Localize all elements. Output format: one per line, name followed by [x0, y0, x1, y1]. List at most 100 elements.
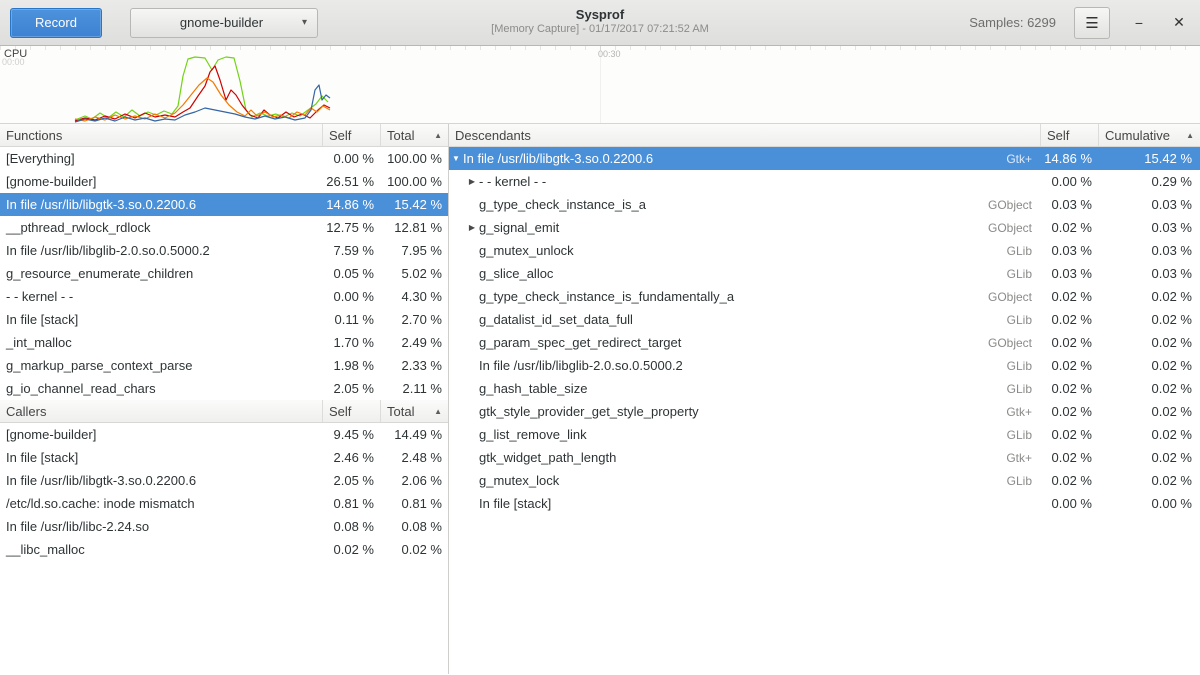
cumulative-value: 0.03 %: [1098, 243, 1200, 258]
table-row[interactable]: g_resource_enumerate_children0.05 %5.02 …: [0, 262, 448, 285]
function-name: In file /usr/lib/libglib-2.0.so.0.5000.2: [0, 243, 322, 258]
function-name: _int_malloc: [0, 335, 322, 350]
expander-icon[interactable]: ▶: [465, 177, 479, 186]
table-row[interactable]: [Everything]0.00 %100.00 %: [0, 147, 448, 170]
table-row[interactable]: In file [stack]2.46 %2.48 %: [0, 446, 448, 469]
tree-row[interactable]: g_mutex_lockGLib0.02 %0.02 %: [449, 469, 1200, 492]
self-value: 0.00 %: [1040, 496, 1098, 511]
table-row[interactable]: In file /usr/lib/libglib-2.0.so.0.5000.2…: [0, 239, 448, 262]
descendants-table-header: Descendants Self Cumulative ▲: [449, 124, 1200, 147]
tree-row[interactable]: g_list_remove_linkGLib0.02 %0.02 %: [449, 423, 1200, 446]
tree-row[interactable]: g_slice_allocGLib0.03 %0.03 %: [449, 262, 1200, 285]
self-value: 0.02 %: [1040, 289, 1098, 304]
table-row[interactable]: In file /usr/lib/libgtk-3.so.0.2200.62.0…: [0, 469, 448, 492]
self-value: 0.03 %: [1040, 197, 1098, 212]
tree-row[interactable]: g_type_check_instance_is_aGObject0.03 %0…: [449, 193, 1200, 216]
tree-row[interactable]: g_hash_table_sizeGLib0.02 %0.02 %: [449, 377, 1200, 400]
column-header-cumulative[interactable]: Cumulative ▲: [1098, 124, 1200, 146]
tree-row[interactable]: g_datalist_id_set_data_fullGLib0.02 %0.0…: [449, 308, 1200, 331]
tree-row[interactable]: ▶- - kernel - -0.00 %0.29 %: [449, 170, 1200, 193]
total-value: 12.81 %: [380, 220, 448, 235]
self-value: 0.00 %: [322, 289, 380, 304]
table-row[interactable]: __libc_malloc0.02 %0.02 %: [0, 538, 448, 561]
table-row[interactable]: In file /usr/lib/libgtk-3.so.0.2200.614.…: [0, 193, 448, 216]
column-header-self[interactable]: Self: [1040, 124, 1098, 146]
column-header-callers[interactable]: Callers: [0, 400, 322, 422]
descendant-name: g_signal_emit: [479, 220, 970, 235]
descendant-name: In file [stack]: [479, 496, 970, 511]
sort-arrow-icon: ▲: [434, 407, 442, 416]
tree-row[interactable]: gtk_style_provider_get_style_propertyGtk…: [449, 400, 1200, 423]
column-header-total[interactable]: Total ▲: [380, 124, 448, 146]
record-button[interactable]: Record: [10, 8, 102, 38]
self-value: 0.03 %: [1040, 243, 1098, 258]
minimize-button[interactable]: −: [1128, 15, 1150, 31]
self-value: 1.98 %: [322, 358, 380, 373]
function-name: In file [stack]: [0, 450, 322, 465]
functions-table: [Everything]0.00 %100.00 %[gnome-builder…: [0, 147, 448, 400]
function-name: [gnome-builder]: [0, 427, 322, 442]
table-row[interactable]: In file [stack]0.11 %2.70 %: [0, 308, 448, 331]
cumulative-value: 0.02 %: [1098, 381, 1200, 396]
function-name: - - kernel - -: [0, 289, 322, 304]
self-value: 1.70 %: [322, 335, 380, 350]
table-row[interactable]: g_io_channel_read_chars2.05 %2.11 %: [0, 377, 448, 400]
function-name: /etc/ld.so.cache: inode mismatch: [0, 496, 322, 511]
descendant-name: gtk_style_provider_get_style_property: [479, 404, 970, 419]
category-label: GLib: [970, 244, 1040, 258]
table-row[interactable]: - - kernel - -0.00 %4.30 %: [0, 285, 448, 308]
callers-table: [gnome-builder]9.45 %14.49 %In file [sta…: [0, 423, 448, 561]
column-header-descendants[interactable]: Descendants: [449, 124, 1040, 146]
tree-row[interactable]: ▶g_signal_emitGObject0.02 %0.03 %: [449, 216, 1200, 239]
tree-row[interactable]: g_type_check_instance_is_fundamentally_a…: [449, 285, 1200, 308]
function-name: [gnome-builder]: [0, 174, 322, 189]
tree-row[interactable]: In file /usr/lib/libglib-2.0.so.0.5000.2…: [449, 354, 1200, 377]
tree-row[interactable]: In file [stack]0.00 %0.00 %: [449, 492, 1200, 515]
tree-row[interactable]: g_mutex_unlockGLib0.03 %0.03 %: [449, 239, 1200, 262]
self-value: 0.11 %: [322, 312, 380, 327]
table-row[interactable]: _int_malloc1.70 %2.49 %: [0, 331, 448, 354]
self-value: 0.02 %: [1040, 312, 1098, 327]
self-value: 0.02 %: [1040, 427, 1098, 442]
table-row[interactable]: /etc/ld.so.cache: inode mismatch0.81 %0.…: [0, 492, 448, 515]
close-button[interactable]: ✕: [1168, 14, 1190, 31]
total-value: 0.81 %: [380, 496, 448, 511]
total-value: 4.30 %: [380, 289, 448, 304]
self-value: 2.05 %: [322, 473, 380, 488]
descendant-name: g_param_spec_get_redirect_target: [479, 335, 970, 350]
descendant-name: - - kernel - -: [479, 174, 970, 189]
descendant-name: g_list_remove_link: [479, 427, 970, 442]
descendant-name: g_hash_table_size: [479, 381, 970, 396]
expander-icon[interactable]: ▶: [465, 223, 479, 232]
expander-icon[interactable]: ▼: [449, 154, 463, 163]
total-value: 7.95 %: [380, 243, 448, 258]
cpu-timeline-graph[interactable]: CPU 00:00 00:30: [0, 46, 1200, 124]
table-row[interactable]: In file /usr/lib/libc-2.24.so0.08 %0.08 …: [0, 515, 448, 538]
self-value: 0.03 %: [1040, 266, 1098, 281]
hamburger-menu-icon: ☰: [1085, 14, 1098, 32]
cpu-core-green: [75, 57, 328, 120]
column-header-total[interactable]: Total ▲: [380, 400, 448, 422]
process-selector-dropdown[interactable]: gnome-builder ▾: [130, 8, 318, 38]
hamburger-menu-button[interactable]: ☰: [1074, 7, 1110, 39]
table-row[interactable]: g_markup_parse_context_parse1.98 %2.33 %: [0, 354, 448, 377]
column-header-self[interactable]: Self: [322, 124, 380, 146]
function-name: __libc_malloc: [0, 542, 322, 557]
column-header-self[interactable]: Self: [322, 400, 380, 422]
self-value: 0.02 %: [1040, 335, 1098, 350]
column-header-functions[interactable]: Functions: [0, 124, 322, 146]
tree-row[interactable]: g_param_spec_get_redirect_targetGObject0…: [449, 331, 1200, 354]
function-name: g_markup_parse_context_parse: [0, 358, 322, 373]
table-row[interactable]: __pthread_rwlock_rdlock12.75 %12.81 %: [0, 216, 448, 239]
descendant-name: g_mutex_unlock: [479, 243, 970, 258]
tree-row[interactable]: gtk_widget_path_lengthGtk+0.02 %0.02 %: [449, 446, 1200, 469]
time-tick-start: 00:00: [2, 57, 25, 67]
cumulative-value: 0.03 %: [1098, 197, 1200, 212]
column-header-total-label: Total: [387, 128, 414, 143]
table-row[interactable]: [gnome-builder]9.45 %14.49 %: [0, 423, 448, 446]
self-value: 0.05 %: [322, 266, 380, 281]
category-label: GLib: [970, 428, 1040, 442]
tree-row[interactable]: ▼In file /usr/lib/libgtk-3.so.0.2200.6Gt…: [449, 147, 1200, 170]
category-label: GObject: [970, 198, 1040, 212]
table-row[interactable]: [gnome-builder]26.51 %100.00 %: [0, 170, 448, 193]
